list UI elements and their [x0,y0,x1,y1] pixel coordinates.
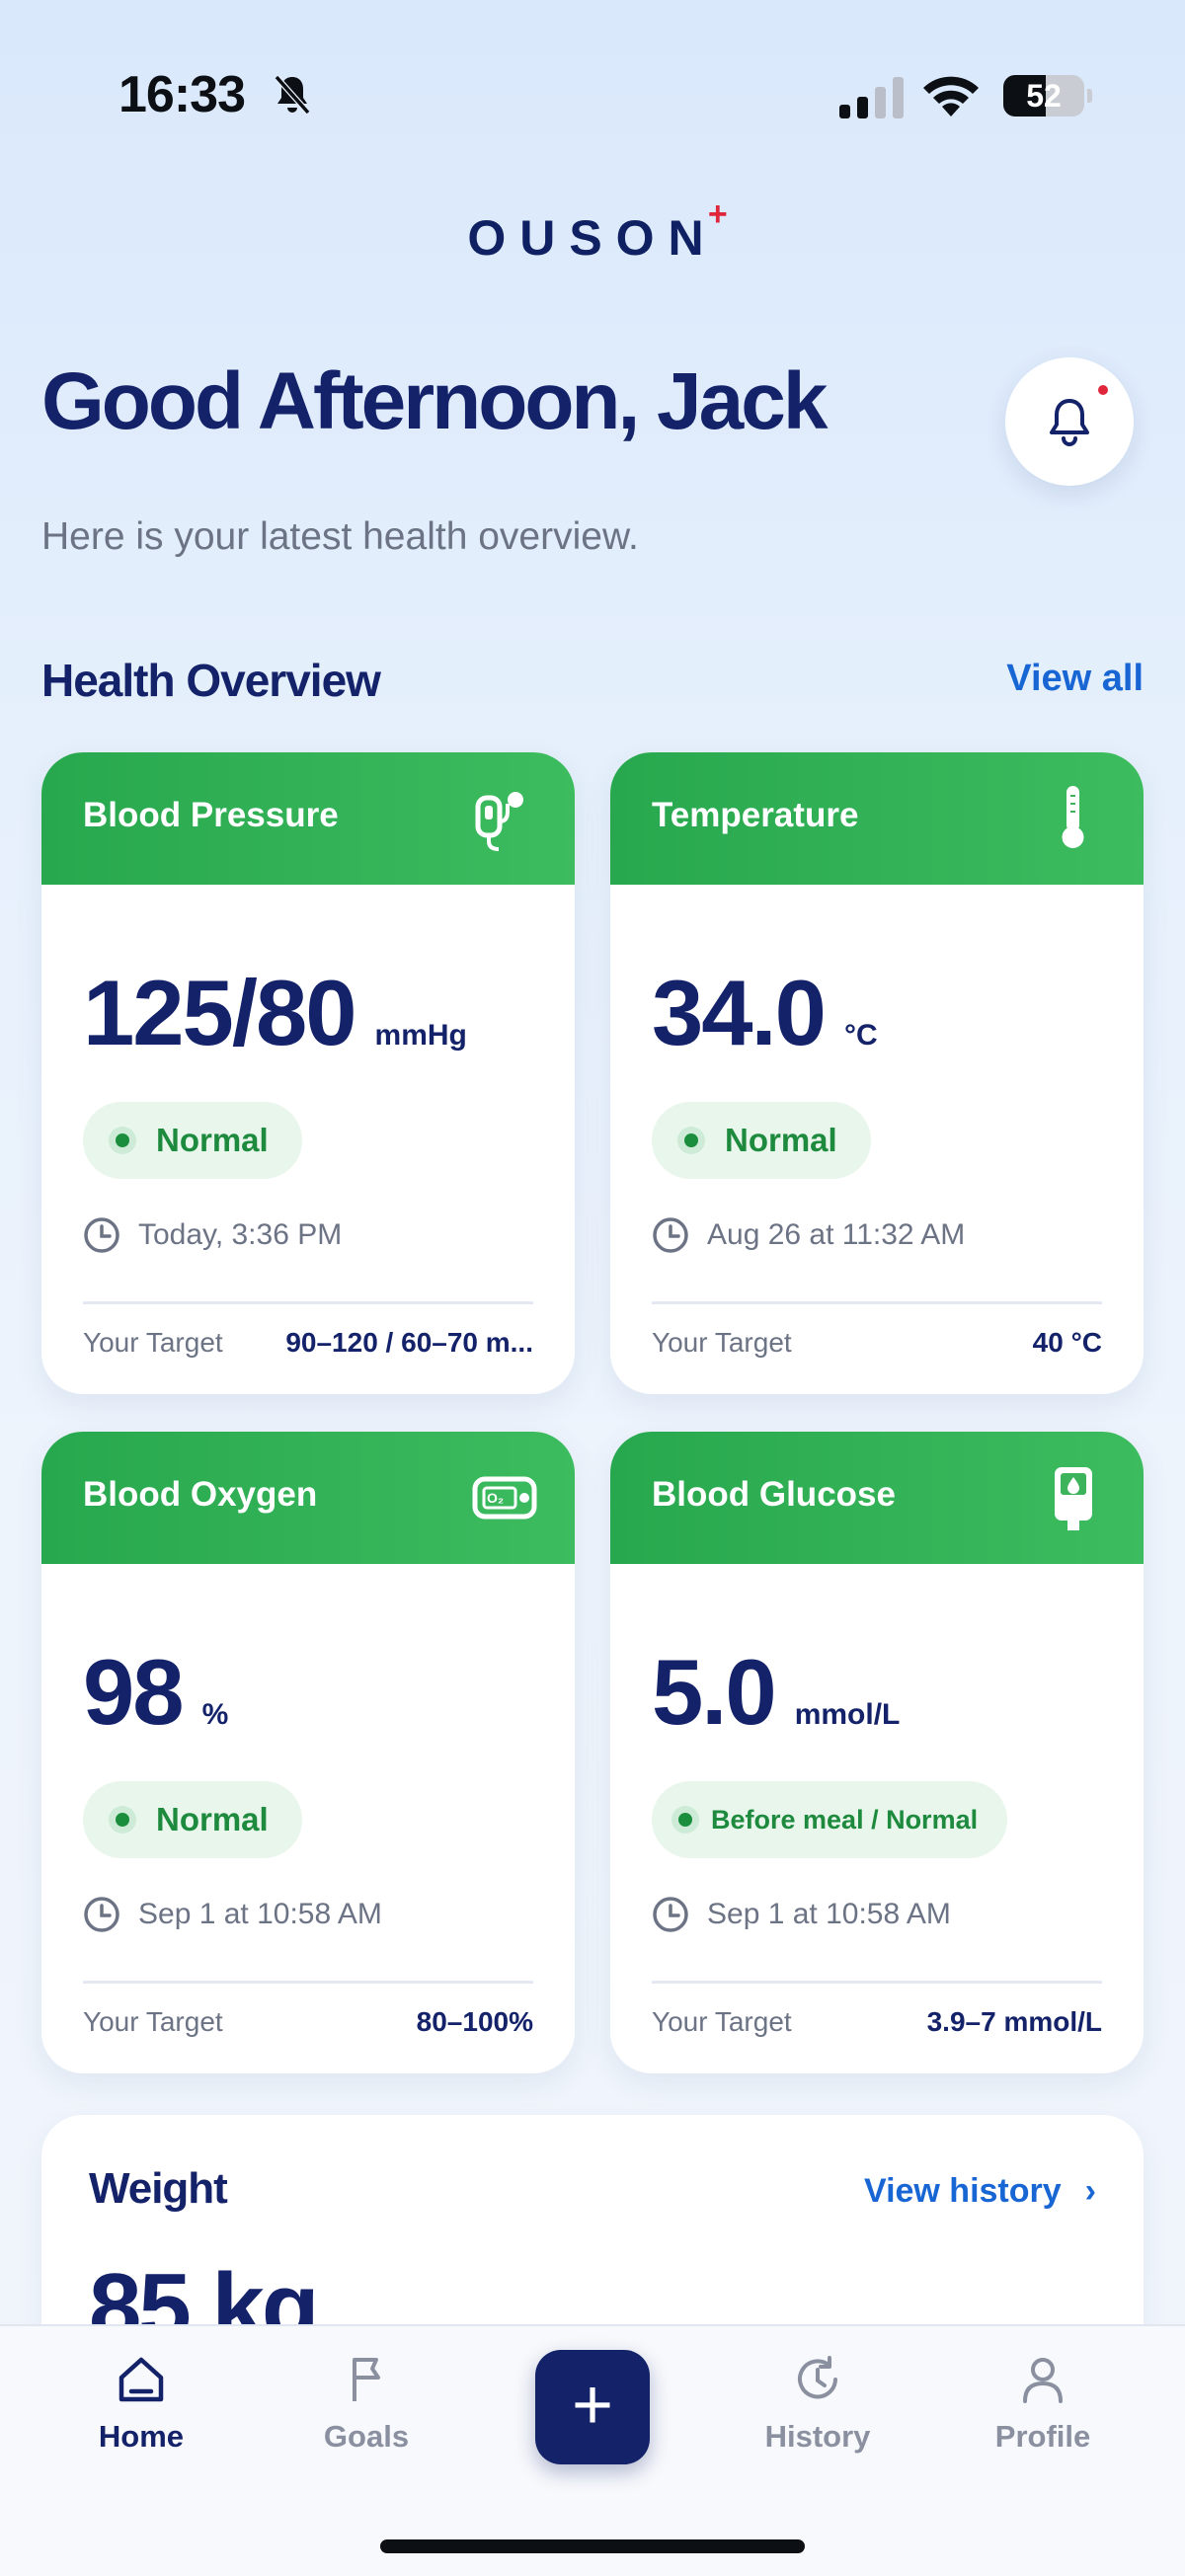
brand-logo: OUSON + [0,195,1185,267]
blood-glucose-card[interactable]: Blood Glucose 5.0 mmol/L Before meal / N… [610,1432,1144,2073]
card-title: Temperature [652,796,859,834]
battery-level: 52 [1026,78,1062,114]
reading-time-text: Aug 26 at 11:32 AM [707,1218,966,1251]
tab-history[interactable]: History [729,2352,907,2480]
target-label: Your Target [652,1327,792,1358]
view-all-link[interactable]: View all [1006,658,1144,700]
pulse-oximeter-icon: O₂ [472,1476,537,1520]
tab-profile-label: Profile [994,2419,1091,2454]
target-value: 40 °C [1032,1327,1102,1358]
reading-unit: mmol/L [794,1698,901,1731]
status-bar: 16:33 52 [0,0,1185,188]
view-history-label: View history [864,2172,1062,2210]
reading-time: Sep 1 at 10:58 AM [652,1896,951,1933]
target-label: Your Target [83,1327,223,1358]
cellular-signal-icon [839,77,904,118]
bell-slash-icon [274,75,311,115]
wifi-icon [923,76,979,117]
status-dot-icon [109,1806,136,1834]
clock-icon [653,1897,688,1932]
clock-icon [84,1217,119,1253]
blood-pressure-cuff-icon [475,792,523,851]
reading-value: 125/80 [83,961,357,1064]
greeting-title: Good Afternoon, Jack [41,356,828,446]
glucose-meter-icon [1055,1467,1092,1530]
status-badge: Normal [652,1102,871,1179]
status-dot-icon [677,1127,705,1154]
svg-text:O₂: O₂ [487,1490,504,1506]
logo-plus: + [707,195,728,233]
bell-icon [1050,399,1089,446]
target-value: 90–120 / 60–70 m... [285,1327,533,1358]
reading-time: Sep 1 at 10:58 AM [83,1896,382,1933]
reading-value: 5.0 [652,1640,777,1744]
target-value: 3.9–7 mmol/L [926,2006,1102,2037]
reading-time-text: Today, 3:36 PM [138,1218,343,1251]
tab-profile[interactable]: Profile [954,2352,1132,2480]
blood-pressure-card[interactable]: Blood Pressure 125/80 mmHg Normal Today,… [41,752,575,1394]
tab-home-label: Home [98,2419,185,2454]
reading-time-text: Sep 1 at 10:58 AM [138,1898,382,1930]
card-header: Blood Pressure [41,752,575,885]
reading-value: 34.0 [652,961,827,1064]
divider [652,1301,1102,1304]
divider [652,1981,1102,1984]
logo-text: OUSON [467,210,718,266]
tab-home[interactable]: Home [52,2352,230,2480]
reading-time: Aug 26 at 11:32 AM [652,1216,965,1254]
reading-unit: % [201,1698,229,1731]
reading-unit: mmHg [374,1019,467,1052]
status-dot-icon [109,1127,136,1154]
weight-title: Weight [89,2164,228,2213]
target-label: Your Target [83,2006,223,2037]
card-title: Blood Pressure [83,796,339,834]
status-badge: Normal [83,1781,302,1858]
divider [83,1301,533,1304]
chevron-right-icon: › [1084,2172,1096,2210]
divider [83,1981,533,1984]
status-dot-icon [672,1806,699,1834]
target-label: Your Target [652,2006,792,2037]
notifications-button[interactable] [1005,357,1134,486]
temperature-card[interactable]: Temperature 34.0 °C Normal Aug 26 at 11:… [610,752,1144,1394]
reading-time-text: Sep 1 at 10:58 AM [707,1898,951,1930]
clock-icon [653,1217,688,1253]
reading-value: 98 [83,1640,185,1744]
status-badge: Before meal / Normal [652,1781,1008,1858]
section-title: Health Overview [41,655,381,706]
plus-icon: + [571,2366,614,2445]
status-time: 16:33 [118,66,246,123]
status-text: Normal [156,1122,269,1158]
battery-icon: 52 [1003,75,1092,117]
home-icon [118,2357,164,2402]
card-title: Blood Oxygen [83,1475,318,1514]
home-indicator[interactable] [380,2539,805,2553]
add-reading-button[interactable]: + [535,2350,650,2464]
card-header: Blood Oxygen O₂ [41,1432,575,1564]
tab-goals[interactable]: Goals [277,2352,455,2480]
tab-history-label: History [764,2419,871,2454]
card-header: Temperature [610,752,1144,885]
status-text: Before meal / Normal [711,1804,979,1834]
unread-dot [1098,385,1108,395]
greeting-subtitle: Here is your latest health overview. [41,515,639,558]
user-icon [1023,2358,1063,2403]
target-value: 80–100% [416,2006,533,2037]
reading-unit: °C [843,1019,878,1052]
view-history-link[interactable]: View history › [864,2172,1096,2211]
card-title: Blood Glucose [652,1475,896,1514]
status-text: Normal [725,1122,837,1158]
flag-icon [353,2358,380,2401]
reading-time: Today, 3:36 PM [83,1216,342,1254]
card-header: Blood Glucose [610,1432,1144,1564]
clock-icon [84,1897,119,1932]
status-badge: Normal [83,1102,302,1179]
thermometer-icon [1062,786,1084,848]
tab-goals-label: Goals [323,2419,410,2454]
tab-bar: Home Goals + History Profile [0,2324,1185,2576]
status-text: Normal [156,1801,269,1837]
blood-oxygen-card[interactable]: Blood Oxygen O₂ 98 % Normal Sep 1 at 10:… [41,1432,575,2073]
history-icon [798,2356,837,2399]
